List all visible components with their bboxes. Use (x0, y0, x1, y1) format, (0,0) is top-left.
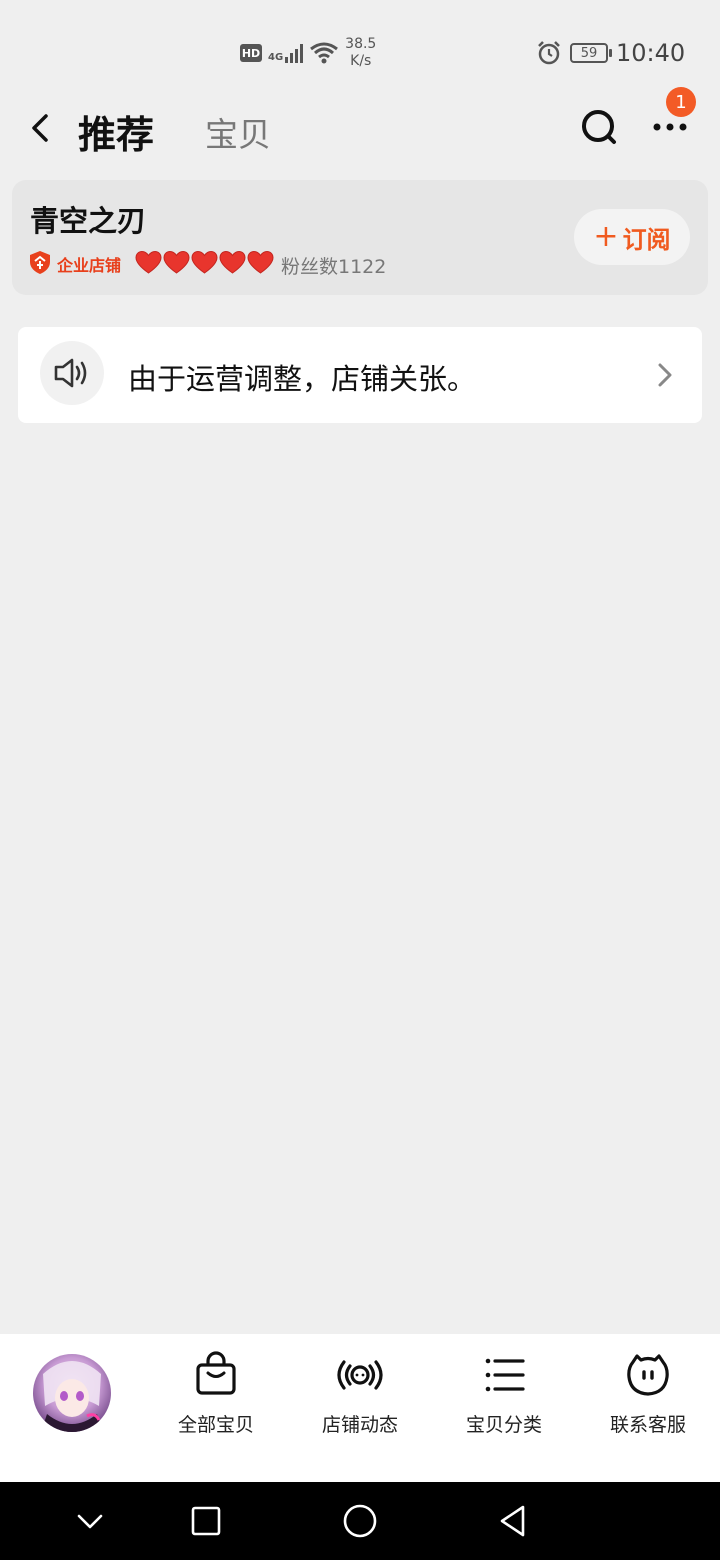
tab-recommend[interactable]: 推荐 (78, 104, 154, 159)
fans-count: 粉丝数1122 (281, 256, 387, 278)
heart-icon (219, 250, 246, 274)
speaker-icon (54, 358, 87, 388)
search-icon[interactable] (578, 106, 620, 148)
back-icon[interactable] (26, 108, 56, 148)
chevron-right-icon[interactable] (653, 360, 677, 390)
plus-icon: + (593, 219, 619, 254)
subscribe-button[interactable]: + 订阅 (574, 209, 690, 265)
enterprise-shop-label: 企业店铺 (57, 256, 122, 275)
tab-all-items[interactable]: 全部宝贝 (161, 1350, 271, 1437)
chat-face-icon (627, 1354, 669, 1396)
wifi-icon (310, 42, 339, 64)
shop-rating-hearts (135, 250, 274, 275)
recent-apps-icon[interactable] (185, 1500, 227, 1542)
notification-badge: 1 (666, 87, 696, 117)
tab-shop-feed[interactable]: 店铺动态 (305, 1350, 415, 1437)
list-icon (485, 1358, 525, 1392)
tab-label: 联系客服 (609, 1414, 686, 1436)
tab-items[interactable]: 宝贝 (205, 108, 271, 156)
tab-categories[interactable]: 宝贝分类 (449, 1350, 559, 1437)
network-speed: 38.5 K/s (345, 36, 376, 70)
home-icon[interactable] (339, 1500, 381, 1542)
back-triangle-icon[interactable] (492, 1500, 534, 1542)
shop-name: 青空之刃 (30, 204, 147, 238)
speed-unit: K/s (350, 53, 372, 69)
shopping-bag-icon (196, 1351, 236, 1395)
status-time: 10:40 (616, 39, 686, 67)
tab-label: 店铺动态 (321, 1414, 398, 1436)
speed-value: 38.5 (345, 36, 377, 52)
subscribe-label: 订阅 (622, 225, 671, 254)
network-type: 4G (268, 52, 284, 63)
alarm-icon (538, 41, 560, 65)
heart-icon (135, 250, 162, 274)
heart-icon (247, 250, 274, 274)
battery-level: 59 (580, 45, 598, 61)
avatar-illustration (41, 1361, 103, 1432)
speaker-icon-wrap (40, 341, 104, 405)
signal-icon: 4G (268, 43, 304, 63)
collapse-icon[interactable] (69, 1500, 111, 1542)
tab-label: 全部宝贝 (177, 1414, 254, 1436)
tab-label: 宝贝分类 (465, 1414, 542, 1436)
battery-icon: 59 (570, 43, 612, 63)
notice-text: 由于运营调整，店铺关张。 (128, 362, 477, 396)
heart-icon (163, 250, 190, 274)
shop-avatar[interactable] (33, 1354, 111, 1432)
status-network-group: HD 4G 38.5 K/s (240, 36, 376, 70)
hd-icon: HD (240, 44, 262, 62)
broadcast-icon (337, 1360, 383, 1390)
tab-customer-service[interactable]: 联系客服 (593, 1350, 703, 1437)
heart-icon (191, 250, 218, 274)
enterprise-shield-icon (30, 251, 50, 274)
status-right-group: 59 10:40 (536, 36, 685, 70)
